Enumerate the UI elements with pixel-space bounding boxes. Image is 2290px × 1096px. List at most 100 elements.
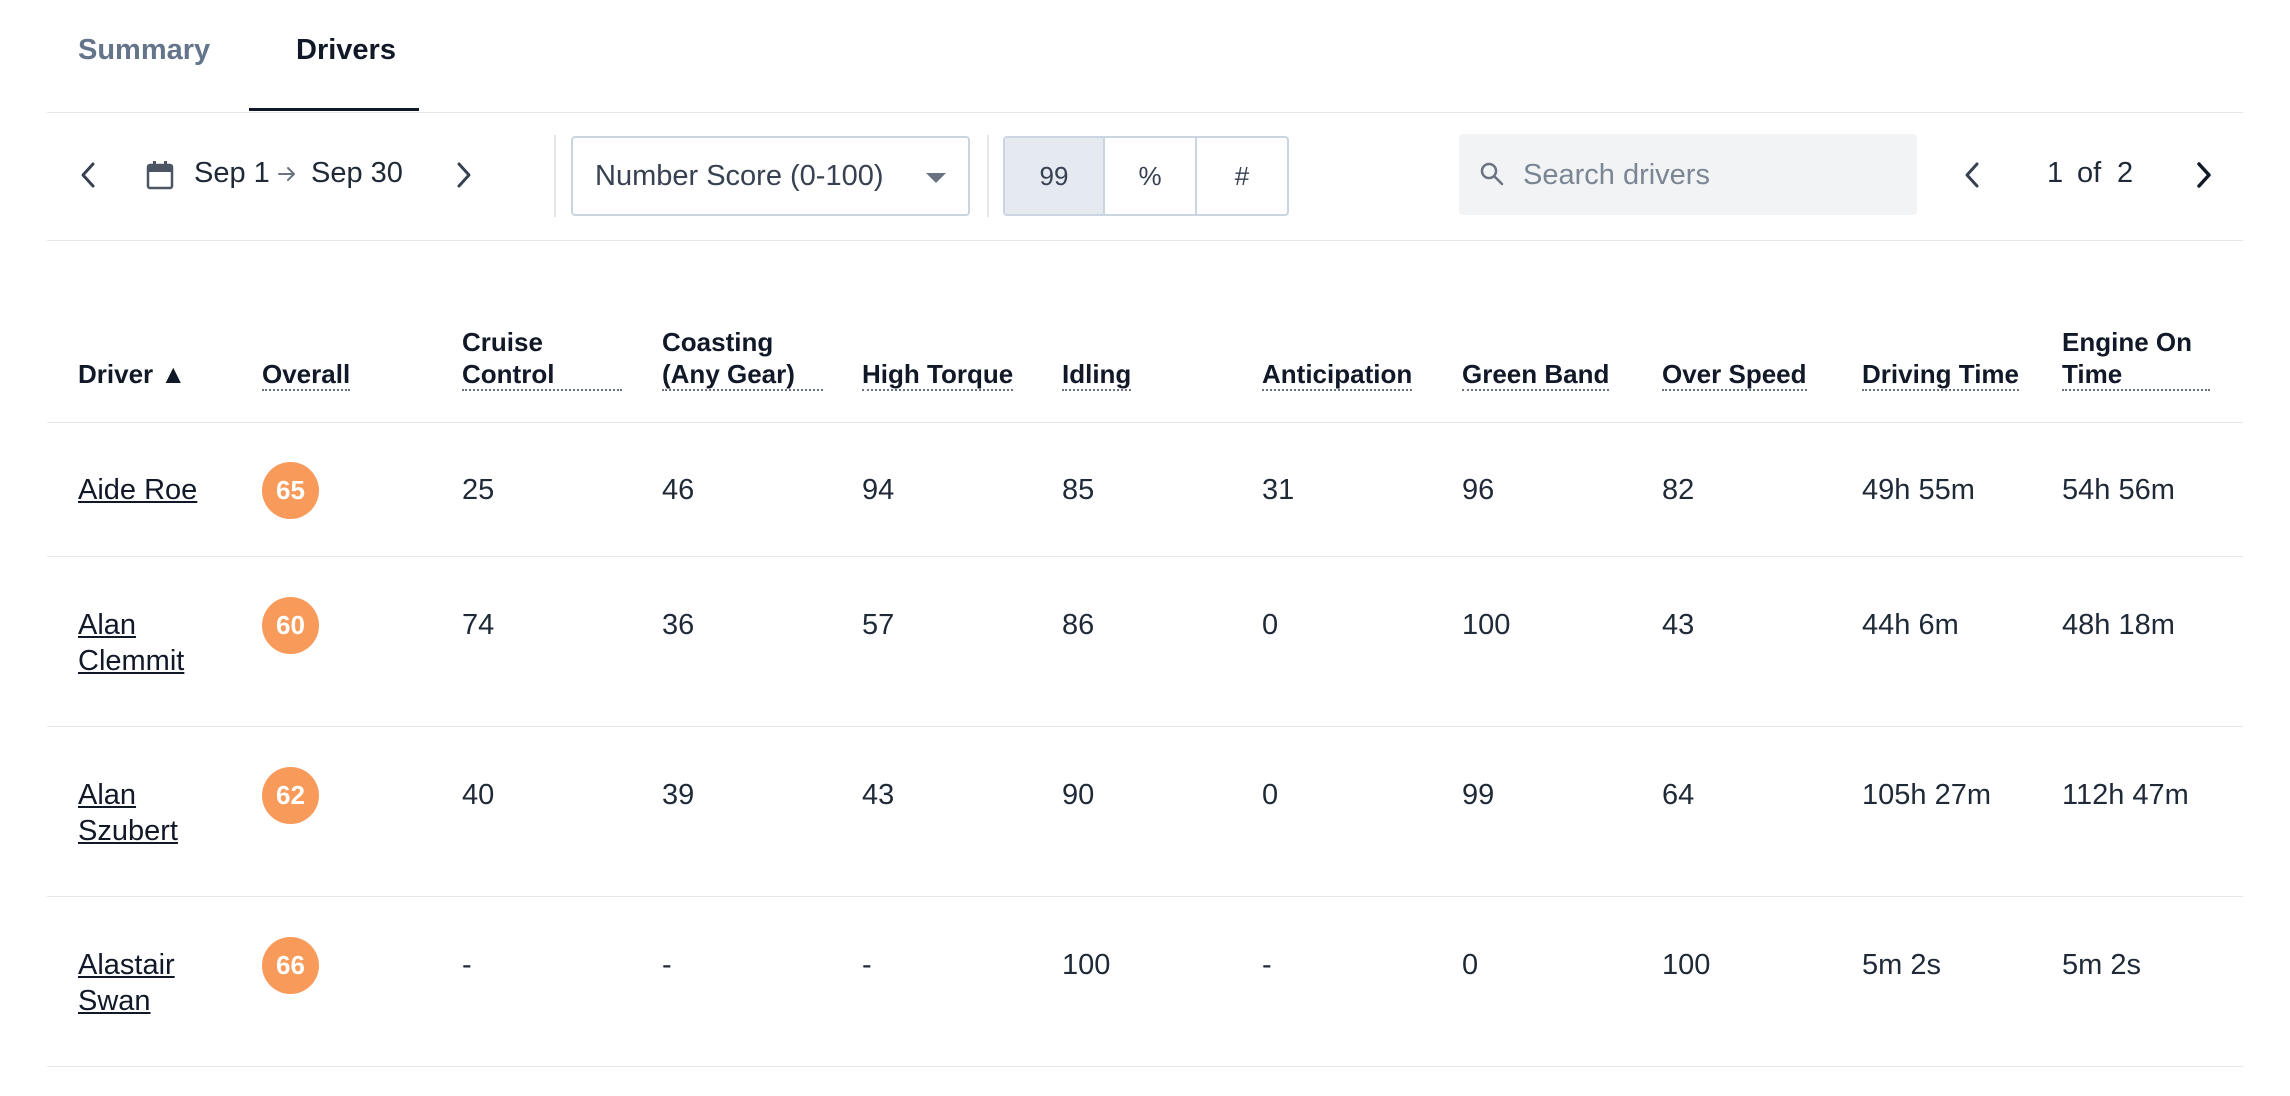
driver-name: Alan: [78, 609, 137, 641]
engine-on-time-value: 5m 2s: [2062, 949, 2141, 981]
column-header-high-torque[interactable]: High Torque: [862, 358, 1014, 391]
anticipation-value: 31: [1262, 474, 1295, 506]
page-total: 2: [2117, 157, 2134, 189]
search-icon: [1479, 161, 1505, 192]
mode-percent-button[interactable]: %: [1105, 138, 1197, 214]
overall-score-badge: 60: [262, 597, 319, 654]
green-band-value: 99: [1462, 779, 1495, 811]
page-of-label: of: [2077, 157, 2102, 189]
search-box: [1459, 134, 1917, 215]
header-label: Driving Time: [1862, 359, 2020, 391]
toolbar: Sep 1 Sep 30 Number Score (0-100) 99 % #…: [47, 113, 2243, 241]
score-type-select[interactable]: Number Score (0-100): [571, 136, 970, 216]
calendar-icon: [145, 159, 175, 191]
engine-on-time-value: 112h 47m: [2062, 779, 2189, 811]
engine-on-time-value: 48h 18m: [2062, 609, 2175, 641]
over-speed-value: 43: [1662, 609, 1695, 641]
column-header-idling[interactable]: Idling: [1062, 358, 1132, 391]
driver-name-link[interactable]: Alastair Swan: [78, 947, 218, 1019]
divider: [987, 135, 989, 217]
page-current: 1: [2047, 157, 2064, 189]
table-row: Aide Roe 65 25 46 94 85 31 96 82 49h 55m…: [47, 422, 2243, 557]
driver-name: Alan: [78, 779, 137, 811]
column-header-overall[interactable]: Overall: [262, 358, 351, 391]
tab-summary[interactable]: Summary: [78, 34, 210, 67]
search-input[interactable]: [1521, 152, 1905, 198]
header-label: High Torque: [862, 359, 1014, 391]
driver-name-link[interactable]: Alan Clemmit: [78, 607, 218, 679]
green-band-value: 96: [1462, 474, 1495, 506]
column-header-coasting[interactable]: Coasting (Any Gear): [662, 326, 823, 391]
prev-period-icon[interactable]: [73, 157, 103, 193]
driver-name-link[interactable]: Alan Szubert: [78, 777, 218, 849]
date-start[interactable]: Sep 1: [194, 157, 270, 190]
driver-name: Clemmit: [78, 645, 185, 677]
green-band-value: 0: [1462, 949, 1479, 981]
prev-page-icon[interactable]: [1957, 157, 1987, 193]
cruise-control-value: 40: [462, 779, 495, 811]
arrow-right-icon: [276, 163, 298, 185]
driver-name: Szubert: [78, 815, 178, 847]
tab-drivers[interactable]: Drivers: [249, 34, 419, 111]
driver-name: Swan: [78, 985, 151, 1017]
header-label: Control: [462, 359, 623, 391]
tab-bar: Summary Drivers: [47, 0, 2243, 113]
header-label: Engine On: [2062, 327, 2192, 357]
coasting-value: 46: [662, 474, 695, 506]
column-header-over-speed[interactable]: Over Speed: [1662, 358, 1807, 391]
driver-name-link[interactable]: Aide Roe: [78, 472, 218, 508]
table-header: Driver ▲ Overall Cruise Control Coasting(…: [47, 318, 2243, 423]
high-torque-value: 57: [862, 609, 895, 641]
header-label: Green Band: [1462, 359, 1610, 391]
over-speed-value: 82: [1662, 474, 1695, 506]
display-mode-toggle: 99 % #: [1003, 136, 1289, 216]
score-type-value: Number Score (0-100): [595, 160, 884, 192]
next-period-icon[interactable]: [449, 157, 479, 193]
header-label: Cruise: [462, 327, 543, 357]
overall-score-badge: 66: [262, 937, 319, 994]
mode-count-button[interactable]: #: [1197, 138, 1287, 214]
table-row: Alan Szubert 62 40 39 43 90 0 99 64 105h …: [47, 727, 2243, 897]
date-end[interactable]: Sep 30: [311, 157, 403, 190]
column-header-cruise-control[interactable]: Cruise Control: [462, 326, 623, 391]
driving-time-value: 44h 6m: [1862, 609, 1959, 641]
table-row: Alastair Swan 66 - - - 100 - 0 100 5m 2s …: [47, 897, 2243, 1067]
over-speed-value: 100: [1662, 949, 1711, 981]
high-torque-value: 43: [862, 779, 895, 811]
header-label: Over Speed: [1662, 359, 1807, 391]
column-header-green-band[interactable]: Green Band: [1462, 358, 1610, 391]
column-header-driver[interactable]: Driver ▲: [78, 358, 186, 390]
column-header-engine-on-time[interactable]: Engine On Time: [2062, 326, 2211, 391]
overall-score-badge: 65: [262, 462, 319, 519]
header-label: Coasting: [662, 327, 774, 357]
table-row: Alan Clemmit 60 74 36 57 86 0 100 43 44h …: [47, 557, 2243, 727]
driving-time-value: 5m 2s: [1862, 949, 1941, 981]
cruise-control-value: 74: [462, 609, 495, 641]
header-label: Anticipation: [1262, 359, 1413, 391]
header-label: (Any Gear): [662, 359, 823, 391]
column-header-anticipation[interactable]: Anticipation: [1262, 358, 1413, 391]
mode-score-button[interactable]: 99: [1005, 138, 1105, 214]
driving-time-value: 49h 55m: [1862, 474, 1975, 506]
divider: [554, 135, 556, 217]
coasting-value: -: [662, 949, 672, 981]
header-label: Idling: [1062, 359, 1132, 391]
next-page-icon[interactable]: [2189, 157, 2219, 193]
coasting-value: 39: [662, 779, 695, 811]
anticipation-value: -: [1262, 949, 1272, 981]
over-speed-value: 64: [1662, 779, 1695, 811]
overall-score-badge: 62: [262, 767, 319, 824]
anticipation-value: 0: [1262, 609, 1279, 641]
green-band-value: 100: [1462, 609, 1511, 641]
high-torque-value: 94: [862, 474, 895, 506]
header-label: Overall: [262, 359, 351, 391]
driver-name: Aide Roe: [78, 474, 198, 506]
idling-value: 90: [1062, 779, 1095, 811]
column-header-driving-time[interactable]: Driving Time: [1862, 358, 2020, 391]
driver-name: Alastair: [78, 949, 175, 981]
cruise-control-value: -: [462, 949, 472, 981]
anticipation-value: 0: [1262, 779, 1279, 811]
cruise-control-value: 25: [462, 474, 495, 506]
engine-on-time-value: 54h 56m: [2062, 474, 2175, 506]
driving-time-value: 105h 27m: [1862, 779, 1991, 811]
